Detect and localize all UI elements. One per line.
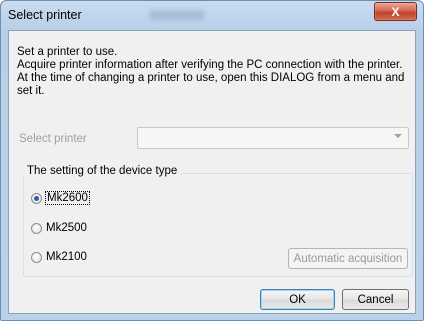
description: Set a printer to use. Acquire printer in…: [17, 46, 413, 98]
description-line: set it.: [17, 85, 45, 97]
device-type-title: The setting of the device type: [23, 165, 182, 177]
description-line: Set a printer to use.: [17, 46, 118, 58]
radio-label: Mk2500: [46, 222, 87, 234]
dialog-window: Select printer X Set a printer to use. A…: [0, 0, 424, 321]
radio-mk2100[interactable]: Mk2100: [31, 251, 87, 263]
cancel-label: Cancel: [357, 293, 394, 306]
automatic-acquisition-button[interactable]: Automatic acquisition: [288, 248, 408, 269]
dialog-body: Set a printer to use. Acquire printer in…: [8, 30, 416, 314]
radio-icon[interactable]: [31, 251, 42, 263]
radio-mk2600[interactable]: Mk2600: [31, 191, 90, 205]
title-blur: [149, 10, 205, 20]
radio-label: Mk2600: [45, 191, 90, 205]
radio-label: Mk2100: [46, 251, 87, 263]
title-bar[interactable]: Select printer X: [1, 1, 423, 31]
description-line: At the time of changing a printer to use…: [17, 72, 405, 84]
radio-mk2500[interactable]: Mk2500: [31, 222, 87, 234]
ok-label: OK: [289, 293, 306, 306]
close-icon: X: [391, 4, 400, 19]
radio-icon[interactable]: [31, 192, 42, 204]
description-line: Acquire printer information after verify…: [17, 59, 403, 71]
ok-button[interactable]: OK: [260, 289, 335, 310]
close-button[interactable]: X: [374, 2, 417, 21]
chevron-down-icon: [394, 134, 402, 138]
cancel-button[interactable]: Cancel: [342, 289, 409, 310]
window-title: Select printer: [8, 8, 82, 22]
select-printer-label: Select printer: [19, 133, 87, 145]
radio-icon[interactable]: [31, 222, 42, 234]
automatic-acquisition-label: Automatic acquisition: [293, 252, 403, 265]
printer-dropdown[interactable]: [137, 127, 409, 149]
